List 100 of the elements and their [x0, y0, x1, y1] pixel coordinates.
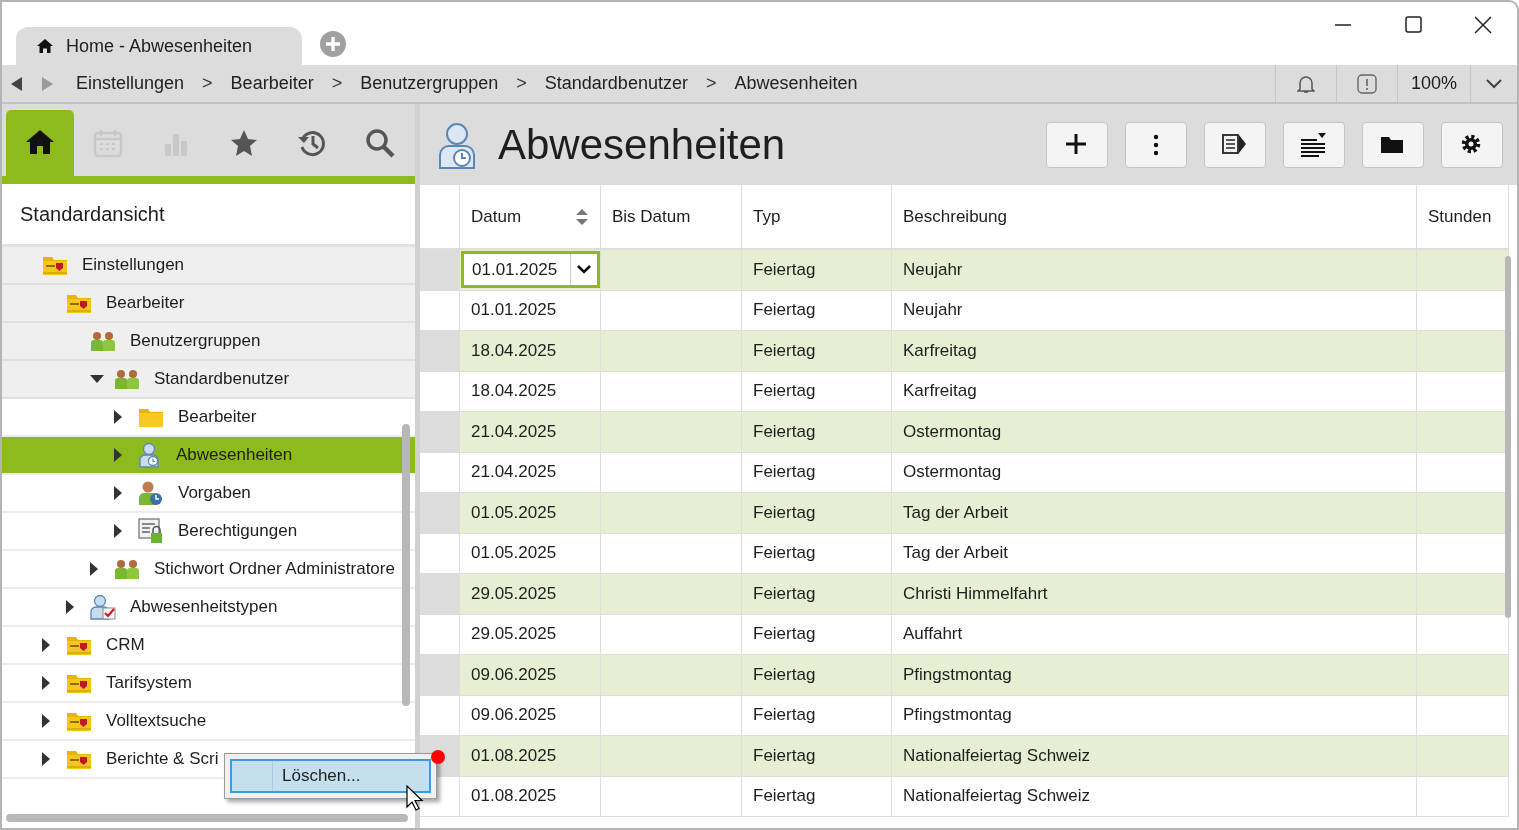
tree-item[interactable]: Bearbeiter: [2, 285, 415, 323]
settings-folder-icon: [66, 710, 92, 732]
mouse-cursor-icon: [406, 785, 424, 811]
table-cell: Feiertag: [742, 412, 892, 453]
table-cell: 29.05.2025: [460, 574, 601, 615]
table-cell: 01.08.2025: [460, 776, 601, 817]
toolbar-button[interactable]: [1046, 121, 1108, 168]
table-cell: Christi Himmelfahrt: [892, 574, 1417, 615]
toolbar-button[interactable]: [1441, 121, 1503, 168]
breadcrumb-link[interactable]: Standardbenutzer: [544, 73, 688, 94]
breadcrumb-separator: >: [705, 73, 717, 94]
collapsed-caret-icon[interactable]: [114, 448, 122, 462]
user-group-icon: [90, 330, 116, 352]
bell-icon[interactable]: [1297, 73, 1315, 94]
chevron-down-icon[interactable]: [577, 265, 591, 275]
folder-icon: [138, 406, 164, 428]
breadcrumb-link[interactable]: Einstellungen: [76, 73, 185, 94]
settings-folder-icon: [66, 672, 92, 694]
table-cell: Tag der Arbeit: [892, 493, 1417, 534]
star-icon: [229, 128, 259, 158]
row-marker[interactable]: [420, 493, 460, 534]
home-icon: [36, 38, 54, 54]
collapsed-caret-icon[interactable]: [42, 676, 50, 690]
collapsed-caret-icon[interactable]: [114, 524, 122, 538]
row-marker[interactable]: [420, 371, 460, 412]
table-cell: Feiertag: [742, 736, 892, 777]
collapsed-caret-icon[interactable]: [42, 752, 50, 766]
scrollbar[interactable]: [1505, 256, 1511, 618]
menu-item[interactable]: Löschen...: [230, 759, 431, 793]
chevron-down-icon[interactable]: [1486, 78, 1502, 89]
table-cell: Nationalfeiertag Schweiz: [892, 776, 1417, 817]
toolbar-button[interactable]: [1204, 121, 1266, 168]
table-cell: Feiertag: [742, 493, 892, 534]
breadcrumb-separator: >: [331, 73, 343, 94]
date-field[interactable]: 01.01.2025: [461, 251, 600, 289]
list-icon: [1301, 131, 1327, 158]
row-marker[interactable]: [420, 614, 460, 655]
sort-icon[interactable]: [576, 208, 588, 225]
expanded-caret-icon[interactable]: [90, 375, 104, 383]
zoom-level[interactable]: 100%: [1410, 73, 1457, 94]
search-icon: [365, 128, 395, 158]
add-tab-icon[interactable]: [320, 31, 346, 57]
breadcrumb-link[interactable]: Abwesenheiten: [734, 73, 858, 94]
table-cell: Feiertag: [742, 776, 892, 817]
tree-item[interactable]: Einstellungen: [2, 247, 415, 285]
breadcrumb-separator: >: [202, 73, 213, 94]
collapsed-caret-icon[interactable]: [42, 714, 50, 728]
person-check-icon: [90, 594, 116, 620]
table-cell: Ostermontag: [892, 412, 1417, 453]
person-clock-icon: [138, 480, 164, 506]
collapsed-caret-icon[interactable]: [114, 410, 122, 424]
row-marker[interactable]: [420, 290, 460, 331]
table-cell: 21.04.2025: [460, 412, 601, 453]
row-marker[interactable]: [420, 412, 460, 453]
settings-folder-icon: [66, 292, 92, 314]
page-title: Abwesenheiten: [498, 120, 787, 169]
person-clock-icon: [438, 120, 478, 169]
tree-item[interactable]: Benutzergruppen: [2, 323, 415, 361]
collapsed-caret-icon[interactable]: [66, 600, 74, 614]
tab-title: Home - Abwesenheiten: [66, 35, 253, 57]
settings-folder-icon: [66, 748, 92, 770]
table-cell: Feiertag: [742, 574, 892, 615]
table-cell: 01.05.2025: [460, 493, 601, 534]
row-marker[interactable]: [420, 574, 460, 615]
user-group-icon: [114, 368, 140, 390]
table-cell: 09.06.2025: [460, 655, 601, 696]
table-cell: Pfingstmontag: [892, 655, 1417, 696]
table-cell: Karfreitag: [892, 331, 1417, 372]
document-lock-icon: [138, 518, 164, 544]
scrollbar[interactable]: [6, 814, 408, 822]
row-marker[interactable]: [420, 250, 460, 291]
alert-icon[interactable]: [1357, 73, 1377, 94]
user-group-icon: [114, 558, 140, 580]
collapsed-caret-icon[interactable]: [42, 638, 50, 652]
table-cell: Neujahr: [892, 250, 1417, 291]
breadcrumb-separator: >: [516, 73, 527, 94]
tree-item[interactable]: Standardbenutzer: [2, 361, 415, 399]
scrollbar[interactable]: [402, 424, 410, 706]
history-icon: [297, 128, 327, 158]
tree-item[interactable]: Abwesenheiten: [2, 437, 415, 475]
settings-folder-icon: [66, 634, 92, 656]
nav-tab[interactable]: [6, 110, 74, 176]
row-marker[interactable]: [420, 331, 460, 372]
toolbar-button[interactable]: [1362, 121, 1424, 168]
table-cell: 01.08.2025: [460, 736, 601, 777]
person-clock-icon: [138, 442, 162, 468]
more-icon: [1153, 133, 1159, 156]
breadcrumb-link[interactable]: Benutzergruppen: [360, 73, 499, 94]
collapsed-caret-icon[interactable]: [114, 486, 122, 500]
breadcrumb-link[interactable]: Bearbeiter: [230, 73, 314, 94]
table-cell: Nationalfeiertag Schweiz: [892, 736, 1417, 777]
toolbar-button[interactable]: [1283, 121, 1345, 168]
back-icon[interactable]: [11, 76, 23, 91]
row-marker[interactable]: [420, 655, 460, 696]
row-marker[interactable]: [420, 533, 460, 574]
tree-item[interactable]: Volltextsuche: [2, 703, 415, 741]
row-marker[interactable]: [420, 695, 460, 736]
browser-tab[interactable]: Home - Abwesenheiten: [16, 27, 302, 65]
row-marker[interactable]: [420, 452, 460, 493]
collapsed-caret-icon[interactable]: [90, 562, 98, 576]
